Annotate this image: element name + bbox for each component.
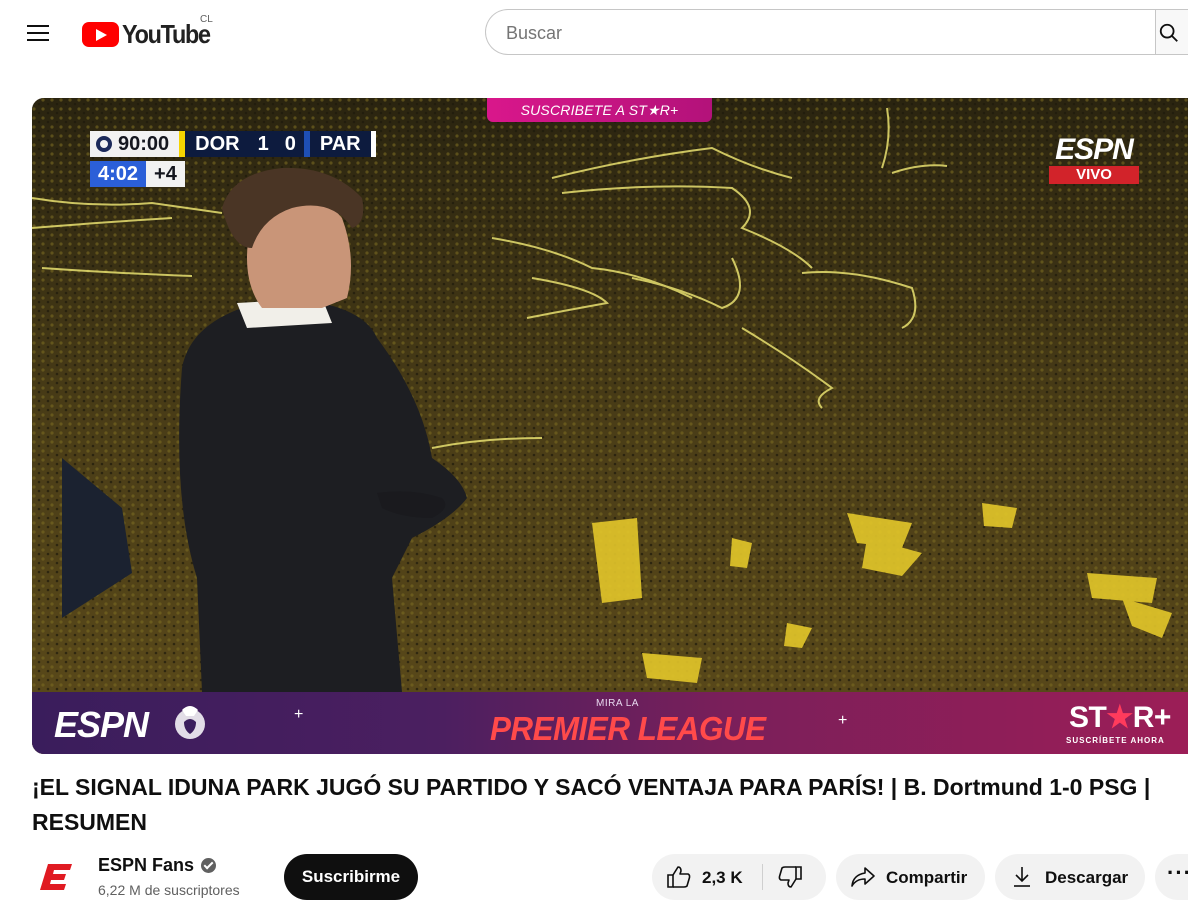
- live-label: VIVO: [1049, 166, 1139, 184]
- premier-league-lion-icon: [175, 706, 205, 739]
- search-input[interactable]: Buscar: [485, 9, 1155, 55]
- video-title: ¡EL SIGNAL IDUNA PARK JUGÓ SU PARTIDO Y …: [32, 774, 1151, 835]
- added-time: +4: [146, 161, 185, 187]
- home-team: DOR: [185, 131, 250, 157]
- subscribe-button[interactable]: Suscribirme: [284, 854, 418, 900]
- more-icon: ···: [1167, 860, 1188, 885]
- share-label: Compartir: [886, 868, 968, 887]
- promo-pretitle: MIRA LA: [596, 698, 639, 709]
- menu-icon[interactable]: [18, 14, 58, 54]
- youtube-logo[interactable]: YouTube CL: [82, 14, 222, 50]
- share-icon: [851, 867, 875, 887]
- sparkle-icon: +: [294, 706, 304, 723]
- home-score: 1: [249, 131, 277, 157]
- promo-banner: ESPN MIRA LA PREMIER LEAGUE + + ST★R+ SU…: [32, 692, 1188, 754]
- share-button[interactable]: Compartir: [836, 854, 985, 900]
- like-dislike-group: 2,3 K: [652, 854, 826, 900]
- subscribe-banner: SUSCRIBETE A ST★R+: [487, 98, 712, 122]
- scorebug-time: 90:00: [90, 131, 180, 157]
- stoppage-time: 4:02 +4: [90, 161, 185, 187]
- thumbs-down-icon: [778, 866, 802, 888]
- sparkle-icon: +: [838, 712, 848, 729]
- away-score: 0: [276, 131, 304, 157]
- subscriber-count: 6,22 M de suscriptores: [98, 882, 240, 898]
- star-plus-tagline: SUSCRÍBETE AHORA: [1066, 736, 1165, 745]
- match-time: 90:00: [118, 133, 170, 155]
- channel-avatar[interactable]: [32, 853, 82, 901]
- verified-icon: [201, 858, 217, 873]
- espn-logo: ESPN: [1055, 133, 1134, 166]
- like-count: 2,3 K: [702, 868, 743, 887]
- espn-banner-logo: ESPN: [54, 704, 149, 745]
- masthead: YouTube CL Buscar: [0, 0, 1188, 66]
- espn-e-icon: [40, 864, 72, 890]
- download-button[interactable]: Descargar: [995, 854, 1145, 900]
- search-icon: [1159, 23, 1178, 42]
- champions-league-icon: [96, 136, 112, 152]
- more-actions-button[interactable]: ···: [1155, 854, 1188, 900]
- espn-live-badge: ESPN VIVO: [1049, 133, 1139, 184]
- download-label: Descargar: [1045, 868, 1129, 887]
- star-plus-logo: ST★R+: [1069, 701, 1171, 734]
- youtube-play-icon: [82, 22, 119, 47]
- video-player[interactable]: SUSCRIBETE A ST★R+ 90:00 DOR 1 0 PAR 4:0…: [32, 98, 1188, 754]
- like-button[interactable]: 2,3 K: [652, 854, 762, 900]
- logo-wordmark: YouTube: [122, 19, 211, 49]
- dislike-button[interactable]: [763, 854, 826, 900]
- away-team: PAR: [309, 131, 371, 157]
- country-code: CL: [200, 14, 213, 25]
- channel-name[interactable]: ESPN Fans: [98, 855, 217, 876]
- promo-title: PREMIER LEAGUE: [490, 710, 766, 747]
- video-frame: [32, 98, 1188, 754]
- search-placeholder: Buscar: [506, 23, 563, 43]
- search-button[interactable]: [1155, 9, 1188, 55]
- thumbs-up-icon: [667, 866, 691, 888]
- stoppage-clock: 4:02: [90, 161, 147, 187]
- download-icon: [1014, 867, 1030, 887]
- scorebug: 90:00 DOR 1 0 PAR: [90, 131, 376, 157]
